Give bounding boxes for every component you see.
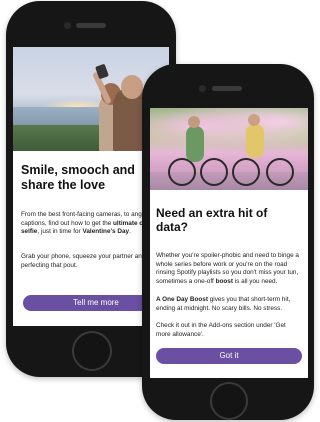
cyclists-photo xyxy=(150,108,308,190)
text-span: From the best front-facing cameras, to a… xyxy=(21,211,142,218)
text-bold: selfie xyxy=(21,228,38,236)
front-camera xyxy=(199,85,206,92)
rider-2 xyxy=(246,124,264,158)
text-bold: ultimate c xyxy=(113,219,143,227)
phone-mockup-data-boost: Need an extra hit of data? Whether you'r… xyxy=(142,64,314,420)
man-head xyxy=(121,75,143,99)
body-paragraph-2: A One Day Boost gives you that short-ter… xyxy=(156,296,302,313)
bike-wheel xyxy=(200,158,228,186)
earpiece-speaker xyxy=(212,86,242,91)
phone2-screen: Need an extra hit of data? Whether you'r… xyxy=(150,108,308,378)
body-paragraph-2: Grab your phone, squeeze your partner an… xyxy=(21,253,142,269)
text-bold: boost xyxy=(215,277,233,285)
bike-wheel xyxy=(266,158,294,186)
body-paragraph-3: Check it out in the Add-ons section unde… xyxy=(156,322,286,338)
body-paragraph-1: Whether you're spoiler-phobic and need t… xyxy=(156,252,304,286)
text-span: . xyxy=(129,228,131,236)
rider-1-head xyxy=(188,116,200,128)
bike-wheel xyxy=(168,158,196,186)
got-it-button[interactable]: Got it xyxy=(156,348,302,364)
text-bold: Valentine's Day xyxy=(82,228,130,236)
text-span: , just in time for xyxy=(37,228,83,236)
text-span: is all you need. xyxy=(232,277,278,285)
text-span: captions, find out how to get the xyxy=(21,219,114,227)
text-bold: A One Day Boost xyxy=(156,296,208,303)
rider-1 xyxy=(186,126,204,162)
bike-wheel xyxy=(232,158,260,186)
blossom-trees xyxy=(150,108,308,154)
rider-2-head xyxy=(248,114,260,126)
headline: Need an extra hit of data? xyxy=(156,206,268,234)
home-button[interactable] xyxy=(72,331,112,371)
home-button[interactable] xyxy=(210,382,248,420)
earpiece-speaker xyxy=(76,23,106,28)
front-camera xyxy=(64,22,71,29)
